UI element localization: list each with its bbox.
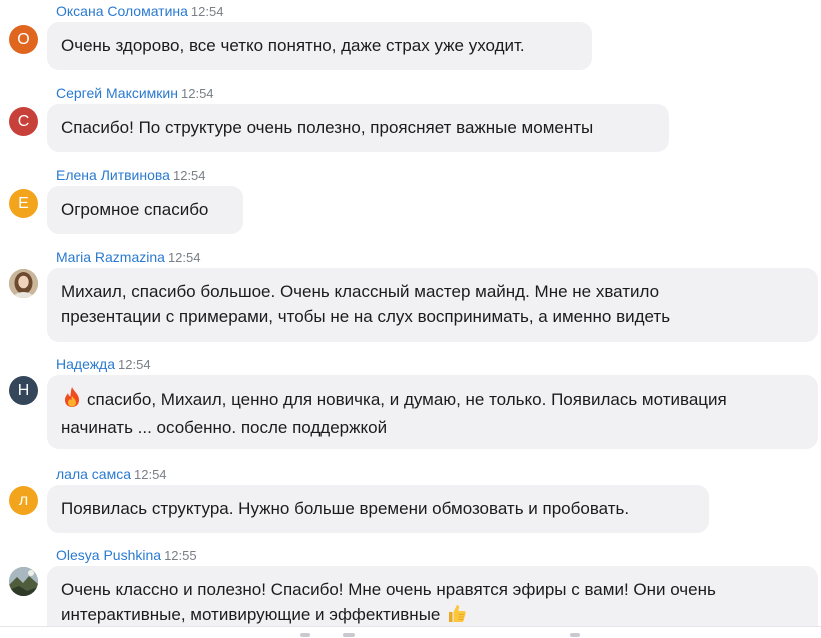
- avatar[interactable]: О: [9, 25, 38, 54]
- message-text-line: презентации с примерами, чтобы не на слу…: [61, 307, 671, 326]
- toolbar-icon-hint: [570, 633, 580, 637]
- message-text-line: Михаил, спасибо большое. Очень классный …: [61, 282, 660, 301]
- message-time: 12:54: [181, 86, 214, 101]
- message-header: Надежда 12:54: [56, 355, 151, 374]
- avatar-letter: О: [17, 31, 30, 48]
- message-bubble: Спасибо! По структуре очень полезно, про…: [47, 104, 669, 152]
- message-time: 12:55: [164, 548, 197, 563]
- message-header: лала самса 12:54: [56, 465, 167, 484]
- message-text-line: Очень классно и полезно! Спасибо! Мне оч…: [61, 580, 716, 599]
- chat-message-list[interactable]: Оксана Соломатина 12:54 О Очень здорово, …: [0, 0, 821, 638]
- message-author[interactable]: Оксана Соломатина: [56, 3, 188, 19]
- avatar[interactable]: С: [9, 107, 38, 136]
- toolbar-icon-hint: [343, 633, 355, 637]
- message-author[interactable]: Надежда: [56, 356, 115, 372]
- message-bubble: Очень здорово, все четко понятно, даже с…: [47, 22, 592, 70]
- message-header: Елена Литвинова 12:54: [56, 166, 206, 185]
- message-author[interactable]: Maria Razmazina: [56, 249, 165, 265]
- message-bubble: спасибо, Михаил, ценно для новичка, и ду…: [47, 375, 818, 449]
- message-text: Появилась структура. Нужно больше времен…: [61, 499, 630, 518]
- message-author[interactable]: Елена Литвинова: [56, 167, 170, 183]
- message-author[interactable]: Olesya Pushkina: [56, 547, 161, 563]
- message-bubble: Михаил, спасибо большое. Очень классный …: [47, 268, 818, 342]
- message-header: Maria Razmazina 12:54: [56, 248, 200, 267]
- fire-emoji-icon: [61, 386, 83, 415]
- avatar-letter: С: [17, 113, 30, 130]
- avatar-letter: л: [18, 492, 29, 509]
- message-bubble: Огромное спасибо: [47, 186, 243, 234]
- landscape-photo-icon: [9, 567, 38, 596]
- message-text: Спасибо! По структуре очень полезно, про…: [61, 118, 594, 137]
- avatar-photo[interactable]: [9, 567, 38, 596]
- message-time: 12:54: [134, 467, 167, 482]
- message-header: Сергей Максимкин 12:54: [56, 84, 214, 103]
- message-time: 12:54: [167, 250, 201, 265]
- message-author[interactable]: Сергей Максимкин: [56, 85, 178, 101]
- toolbar-icon-hint: [300, 633, 310, 637]
- avatar-letter: Е: [18, 195, 29, 212]
- message-text-line: интерактивные, мотивирующие и эффективны…: [61, 605, 441, 624]
- message-header: Оксана Соломатина 12:54: [56, 2, 223, 21]
- avatar[interactable]: Н: [9, 376, 38, 405]
- bottom-toolbar-edge: [0, 626, 821, 638]
- message-header: Olesya Pushkina 12:55: [56, 546, 197, 565]
- message-text: Огромное спасибо: [61, 200, 209, 219]
- message-time: 12:54: [118, 357, 151, 372]
- message-time: 12:54: [172, 168, 206, 183]
- person-photo-icon: [9, 269, 38, 298]
- message-text: Очень здорово, все четко понятно, даже с…: [61, 36, 525, 55]
- avatar[interactable]: л: [9, 486, 38, 515]
- message-text-line: спасибо, Михаил, ценно для новичка, и ду…: [87, 390, 727, 409]
- message-bubble: Появилась структура. Нужно больше времен…: [47, 485, 709, 533]
- message-text-line: начинать ... особенно. после поддержкой: [61, 418, 388, 437]
- message-time: 12:54: [190, 4, 224, 19]
- message-author[interactable]: лала самса: [56, 466, 131, 482]
- avatar-photo[interactable]: [9, 269, 38, 298]
- avatar-letter: Н: [17, 382, 30, 399]
- avatar[interactable]: Е: [9, 189, 38, 218]
